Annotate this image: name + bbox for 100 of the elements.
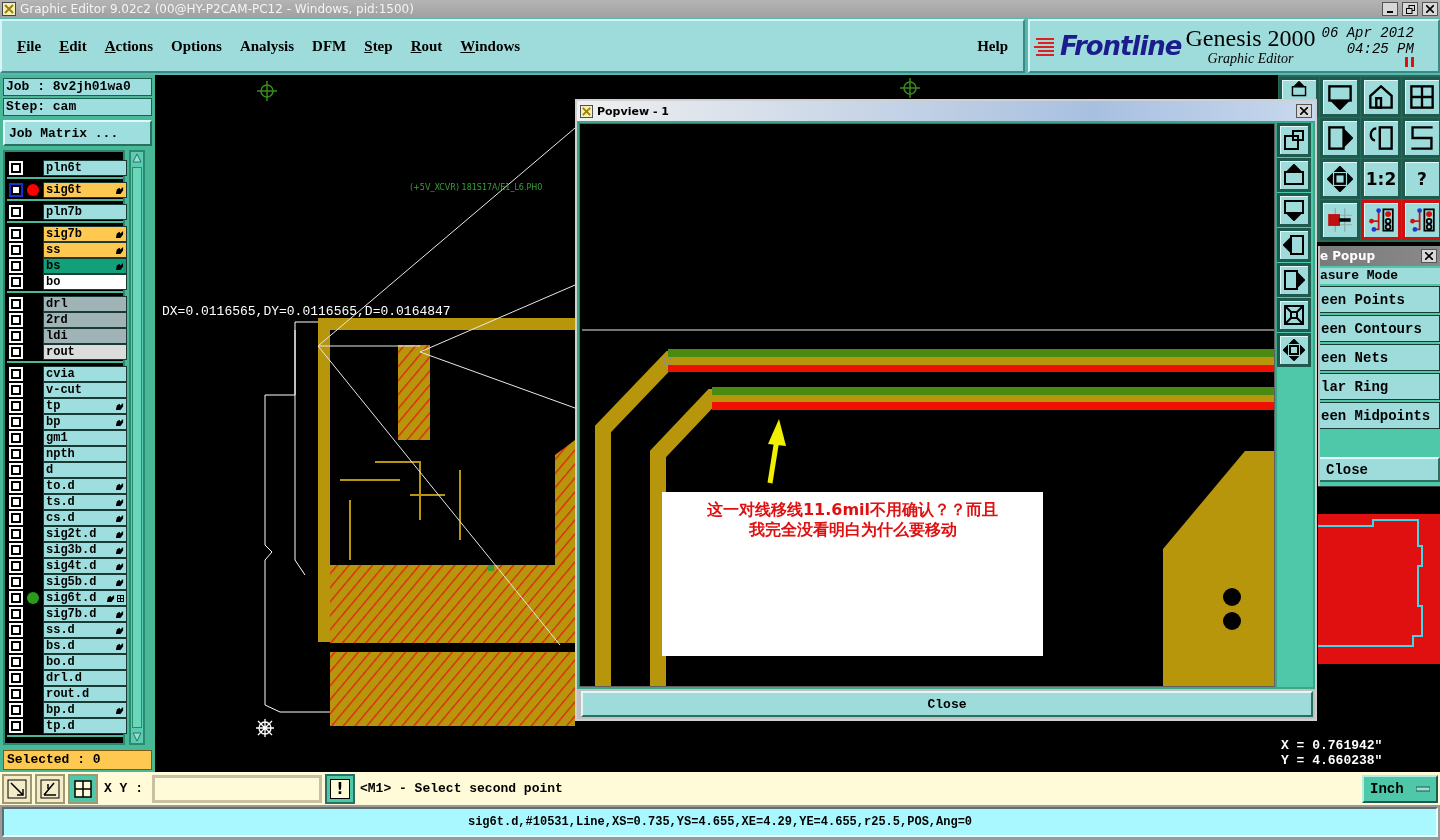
layer-cell[interactable]: bs.d bbox=[43, 638, 127, 654]
layer-cell[interactable]: bo.d bbox=[43, 654, 127, 670]
layer-name: cvia bbox=[46, 367, 76, 381]
restore-icon bbox=[1405, 4, 1415, 14]
pan-icon bbox=[1283, 339, 1305, 361]
layer-cell[interactable]: tp.d bbox=[43, 718, 127, 734]
layer-cell[interactable]: rout bbox=[43, 344, 127, 360]
layer-cell[interactable]: sig7b.d bbox=[43, 606, 127, 622]
fit-icon bbox=[1283, 304, 1305, 326]
layer-cell[interactable]: v-cut bbox=[43, 382, 127, 398]
job-label: Job : 8v2jh01wa0 bbox=[3, 78, 152, 96]
pan-icon bbox=[1327, 166, 1353, 192]
layer-name: drl bbox=[46, 297, 69, 311]
layer-cell[interactable]: sig5b.d bbox=[43, 574, 127, 590]
layer-cell[interactable]: ts.d bbox=[43, 494, 127, 510]
layer-cell[interactable]: bo bbox=[43, 274, 127, 290]
close-button[interactable]: Close bbox=[581, 691, 1313, 717]
layer-cell[interactable]: pln6t bbox=[43, 160, 127, 176]
layer-cell[interactable]: sig6t.d bbox=[43, 590, 127, 606]
toolbar-button[interactable] bbox=[1361, 200, 1401, 240]
menu-item[interactable]: Rout bbox=[401, 33, 452, 59]
layer-cell[interactable]: 2rd bbox=[43, 312, 127, 328]
help-menu[interactable]: Help bbox=[968, 33, 1017, 59]
view-tool-button[interactable] bbox=[1277, 158, 1311, 192]
measure-option[interactable]: een Midpoints bbox=[1320, 402, 1440, 429]
layer-name: cs.d bbox=[46, 511, 76, 525]
layer-cell[interactable]: drl.d bbox=[43, 670, 127, 686]
view-tool-button[interactable] bbox=[1277, 228, 1311, 262]
layer-name: gm1 bbox=[46, 431, 69, 445]
toolbar-button[interactable] bbox=[1402, 118, 1440, 158]
layer-cell[interactable]: bp.d bbox=[43, 702, 127, 718]
measure-option[interactable]: lar Ring bbox=[1320, 373, 1440, 400]
toolbar-button[interactable] bbox=[1361, 118, 1401, 158]
layer-name: sig5b.d bbox=[46, 575, 98, 589]
zoom-view[interactable]: 这一对线移线11.6mil不用确认？？而且我完全没看明白为什么要移动 bbox=[579, 123, 1275, 687]
toolbar-button[interactable] bbox=[1361, 77, 1401, 117]
close-button[interactable] bbox=[1422, 2, 1438, 16]
toolbar-button[interactable] bbox=[1320, 159, 1360, 199]
layer-cell[interactable]: sig7b bbox=[43, 226, 127, 242]
angle-tool-button[interactable] bbox=[35, 773, 65, 804]
toolbar-button[interactable] bbox=[1320, 77, 1360, 117]
execute-button[interactable]: ! bbox=[325, 773, 355, 804]
layer-cell[interactable]: ldi bbox=[43, 328, 127, 344]
view-tool-button[interactable] bbox=[1277, 298, 1311, 332]
layer-cell[interactable]: ss bbox=[43, 242, 127, 258]
layer-cell[interactable]: rout.d bbox=[43, 686, 127, 702]
layer-cell[interactable]: pln7b bbox=[43, 204, 127, 220]
view-tool-button[interactable] bbox=[1277, 123, 1311, 157]
grid-icon bbox=[1409, 84, 1435, 110]
menu-item[interactable]: Step bbox=[355, 33, 402, 59]
measure-option[interactable]: een Points bbox=[1320, 286, 1440, 313]
layer-cell[interactable]: bs bbox=[43, 258, 127, 274]
date-text: 06 Apr 2012 bbox=[1321, 25, 1414, 41]
toolbar-button[interactable] bbox=[1402, 77, 1440, 117]
menu-item[interactable]: Options bbox=[162, 33, 231, 59]
restore-button[interactable] bbox=[1402, 2, 1418, 16]
layer-checkbox[interactable] bbox=[9, 183, 23, 197]
menu-item[interactable]: Edit bbox=[50, 33, 96, 59]
layer-cell[interactable]: npth bbox=[43, 446, 127, 462]
measure-tool-button[interactable] bbox=[2, 773, 32, 804]
box-arrow-up-icon bbox=[1283, 164, 1305, 186]
layer-cell[interactable]: gm1 bbox=[43, 430, 127, 446]
menu-item[interactable]: Actions bbox=[95, 33, 163, 59]
measure-option[interactable]: een Contours bbox=[1320, 315, 1440, 342]
toolbar-button[interactable] bbox=[1402, 200, 1440, 240]
layer-cell[interactable]: to.d bbox=[43, 478, 127, 494]
measure-option[interactable]: een Nets bbox=[1320, 344, 1440, 371]
toolbar-button[interactable] bbox=[1320, 118, 1360, 158]
view-tool-button[interactable] bbox=[1277, 193, 1311, 227]
grid-tool-button[interactable] bbox=[68, 773, 98, 804]
toolbar-button[interactable]: ? bbox=[1402, 159, 1440, 199]
layer-name: 2rd bbox=[46, 313, 69, 327]
menu-item[interactable]: File bbox=[8, 33, 51, 59]
view-tool-button[interactable] bbox=[1277, 333, 1311, 367]
toolbar-button[interactable] bbox=[1320, 200, 1360, 240]
layer-cell[interactable]: ss.d bbox=[43, 622, 127, 638]
grid-icon bbox=[117, 594, 124, 602]
layer-cell[interactable]: drl bbox=[43, 296, 127, 312]
close-button[interactable] bbox=[1421, 249, 1437, 263]
view-tool-button[interactable] bbox=[1277, 263, 1311, 297]
scrollbar[interactable] bbox=[129, 150, 145, 745]
units-dropdown[interactable]: Inch bbox=[1362, 774, 1438, 803]
job-matrix-button[interactable]: Job Matrix ... bbox=[3, 120, 152, 146]
layer-cell[interactable]: bp bbox=[43, 414, 127, 430]
layer-cell[interactable]: cs.d bbox=[43, 510, 127, 526]
layer-cell[interactable]: sig2t.d bbox=[43, 526, 127, 542]
layer-cell[interactable]: cvia bbox=[43, 366, 127, 382]
layer-cell[interactable]: sig6t bbox=[43, 182, 127, 198]
menu-item[interactable]: Analysis bbox=[230, 33, 304, 59]
close-button[interactable]: Close bbox=[1320, 457, 1440, 482]
xy-input-field[interactable] bbox=[152, 774, 322, 803]
toolbar-button[interactable]: 1:2 bbox=[1361, 159, 1401, 199]
menu-item[interactable]: Windows bbox=[451, 33, 530, 59]
menu-item[interactable]: DFM bbox=[303, 33, 356, 59]
layer-cell[interactable]: sig4t.d bbox=[43, 558, 127, 574]
minimize-button[interactable] bbox=[1382, 2, 1398, 16]
close-button[interactable] bbox=[1296, 104, 1312, 118]
layer-cell[interactable]: tp bbox=[43, 398, 127, 414]
layer-cell[interactable]: sig3b.d bbox=[43, 542, 127, 558]
layer-cell[interactable]: d bbox=[43, 462, 127, 478]
